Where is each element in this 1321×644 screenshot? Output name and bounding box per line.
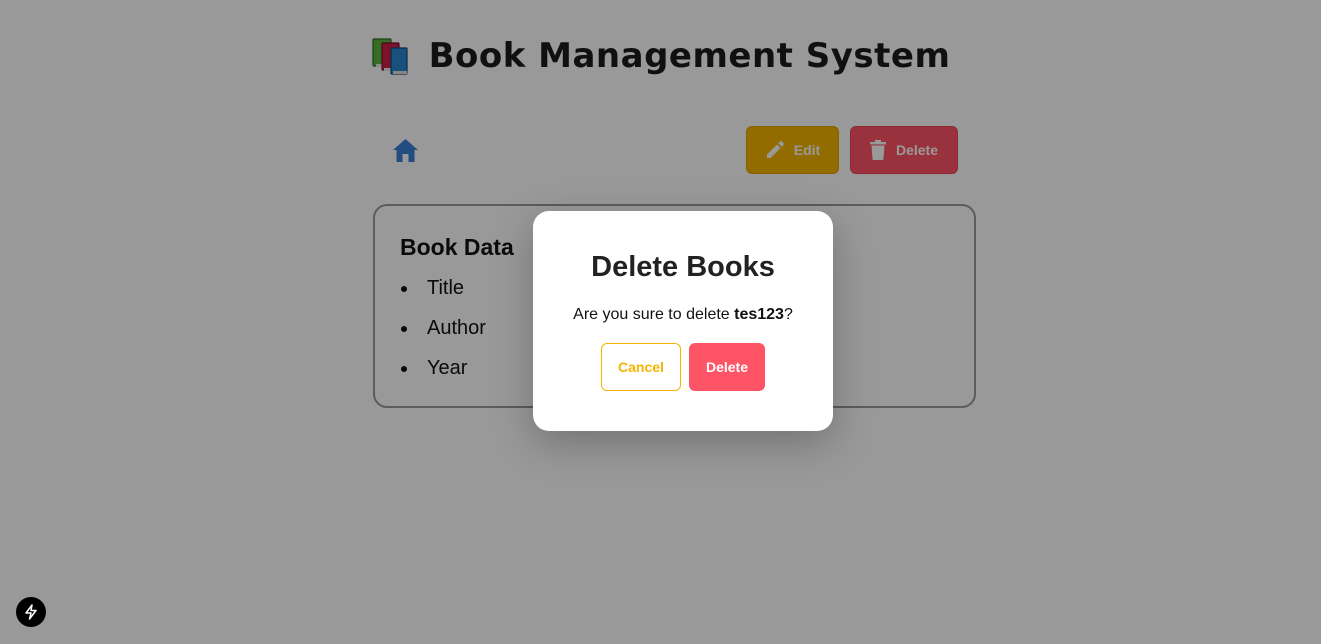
delete-confirm-dialog: Delete Books Are you sure to delete tes1… <box>533 211 833 431</box>
confirm-delete-button[interactable]: Delete <box>689 343 765 391</box>
dialog-message: Are you sure to delete tes123? <box>533 306 833 324</box>
dialog-message-suffix: ? <box>783 306 793 323</box>
dev-indicator-button[interactable] <box>16 597 46 627</box>
lightning-icon <box>25 604 37 620</box>
cancel-button[interactable]: Cancel <box>601 343 681 391</box>
dialog-message-prefix: Are you sure to delete <box>573 306 735 323</box>
confirm-delete-label: Delete <box>705 359 749 375</box>
dialog-title: Delete Books <box>591 251 775 283</box>
cancel-button-label: Cancel <box>618 359 664 375</box>
page: Book Management System Edit Delete Book … <box>0 0 1321 644</box>
book-name: tes123 <box>734 306 784 323</box>
